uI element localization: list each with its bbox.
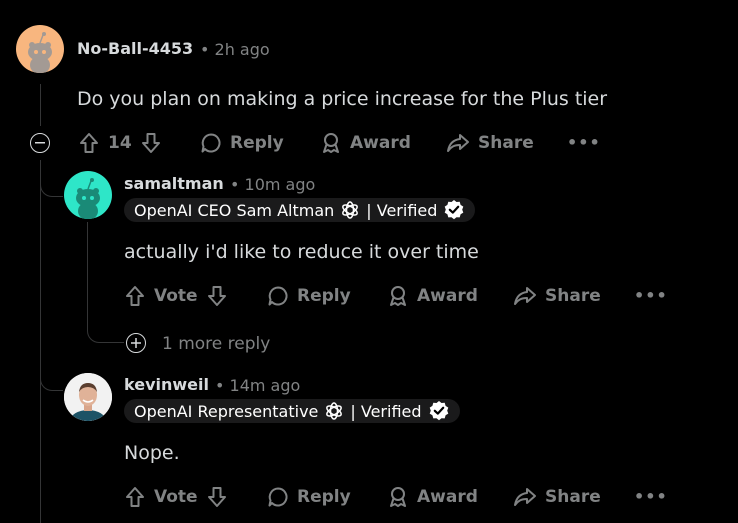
award-button[interactable]: Award <box>387 285 478 307</box>
chat-bubble-icon <box>268 286 288 306</box>
reply-label: Reply <box>297 286 351 306</box>
verified-badge-icon <box>445 200 464 220</box>
comment-author[interactable]: No-Ball-4453 <box>77 39 193 58</box>
comment-author[interactable]: kevinweil <box>124 375 209 394</box>
snoo-avatar-icon <box>76 178 100 219</box>
plus-icon <box>131 338 141 348</box>
award-button[interactable]: Award <box>320 132 411 154</box>
comment-author[interactable]: samaltman <box>124 174 224 193</box>
downvote-icon[interactable] <box>206 486 228 508</box>
vote-group: Vote <box>124 285 228 307</box>
openai-logo-icon <box>342 201 359 219</box>
share-icon <box>514 488 536 506</box>
user-flair: OpenAI Representative | Verified <box>124 399 460 423</box>
upvote-icon[interactable] <box>124 285 146 307</box>
award-icon <box>390 286 406 306</box>
avatar[interactable] <box>16 25 64 73</box>
award-label: Award <box>417 487 478 507</box>
share-button[interactable]: Share <box>446 132 534 154</box>
downvote-icon[interactable] <box>140 132 162 154</box>
verified-badge-icon <box>429 401 448 421</box>
more-options-button[interactable]: ••• <box>634 286 668 305</box>
comment-timestamp[interactable]: • 10m ago <box>230 175 315 194</box>
comment-body: actually i'd like to reduce it over time <box>124 241 479 263</box>
minus-icon <box>35 142 45 144</box>
upvote-icon[interactable] <box>124 486 146 508</box>
flair-text: OpenAI CEO Sam Altman <box>134 200 335 220</box>
comment-timestamp[interactable]: • 14m ago <box>215 376 300 395</box>
vote-group: Vote <box>124 486 228 508</box>
chat-bubble-icon <box>268 487 288 507</box>
award-icon <box>390 487 406 507</box>
share-icon <box>514 287 536 305</box>
share-button[interactable]: Share <box>513 486 601 508</box>
award-icon <box>323 133 339 153</box>
comment-body: Do you plan on making a price increase f… <box>77 88 608 110</box>
flair-verified: | Verified <box>350 401 422 421</box>
more-options-button[interactable]: ••• <box>567 133 601 152</box>
avatar[interactable] <box>64 373 112 421</box>
thread-line-main <box>40 84 41 126</box>
expand-replies-button[interactable] <box>126 333 146 353</box>
user-flair: OpenAI CEO Sam Altman | Verified <box>124 198 476 222</box>
thread-line-sub <box>87 222 88 318</box>
collapse-thread-button[interactable] <box>30 133 50 153</box>
award-label: Award <box>350 133 411 153</box>
upvote-icon[interactable] <box>78 132 100 154</box>
vote-label: Vote <box>154 286 198 306</box>
reply-button[interactable]: Reply <box>267 486 351 508</box>
vote-label: Vote <box>154 487 198 507</box>
share-button[interactable]: Share <box>513 285 601 307</box>
thread-branch-more <box>87 318 124 343</box>
chat-bubble-icon <box>201 133 221 153</box>
share-label: Share <box>545 487 601 507</box>
award-button[interactable]: Award <box>387 486 478 508</box>
comment-timestamp[interactable]: • 2h ago <box>200 40 270 59</box>
share-icon <box>447 134 469 152</box>
share-label: Share <box>545 286 601 306</box>
downvote-icon[interactable] <box>206 285 228 307</box>
user-photo-icon <box>64 373 112 421</box>
reply-label: Reply <box>230 133 284 153</box>
reply-button[interactable]: Reply <box>267 285 351 307</box>
comment-body: Nope. <box>124 442 180 464</box>
award-label: Award <box>417 286 478 306</box>
snoo-avatar-icon <box>28 32 52 73</box>
thread-branch-1 <box>40 178 63 197</box>
reply-button[interactable]: Reply <box>200 132 284 154</box>
vote-count: 14 <box>108 133 132 153</box>
flair-text: OpenAI Representative <box>134 401 319 421</box>
share-label: Share <box>478 133 534 153</box>
thread-line-main-lower <box>40 160 41 523</box>
avatar[interactable] <box>64 171 112 219</box>
reply-label: Reply <box>297 487 351 507</box>
more-replies-link[interactable]: 1 more reply <box>162 334 270 354</box>
thread-branch-2 <box>40 370 63 391</box>
vote-group: 14 <box>78 132 162 154</box>
more-options-button[interactable]: ••• <box>634 487 668 506</box>
flair-verified: | Verified <box>366 200 438 220</box>
openai-logo-icon <box>326 402 343 420</box>
